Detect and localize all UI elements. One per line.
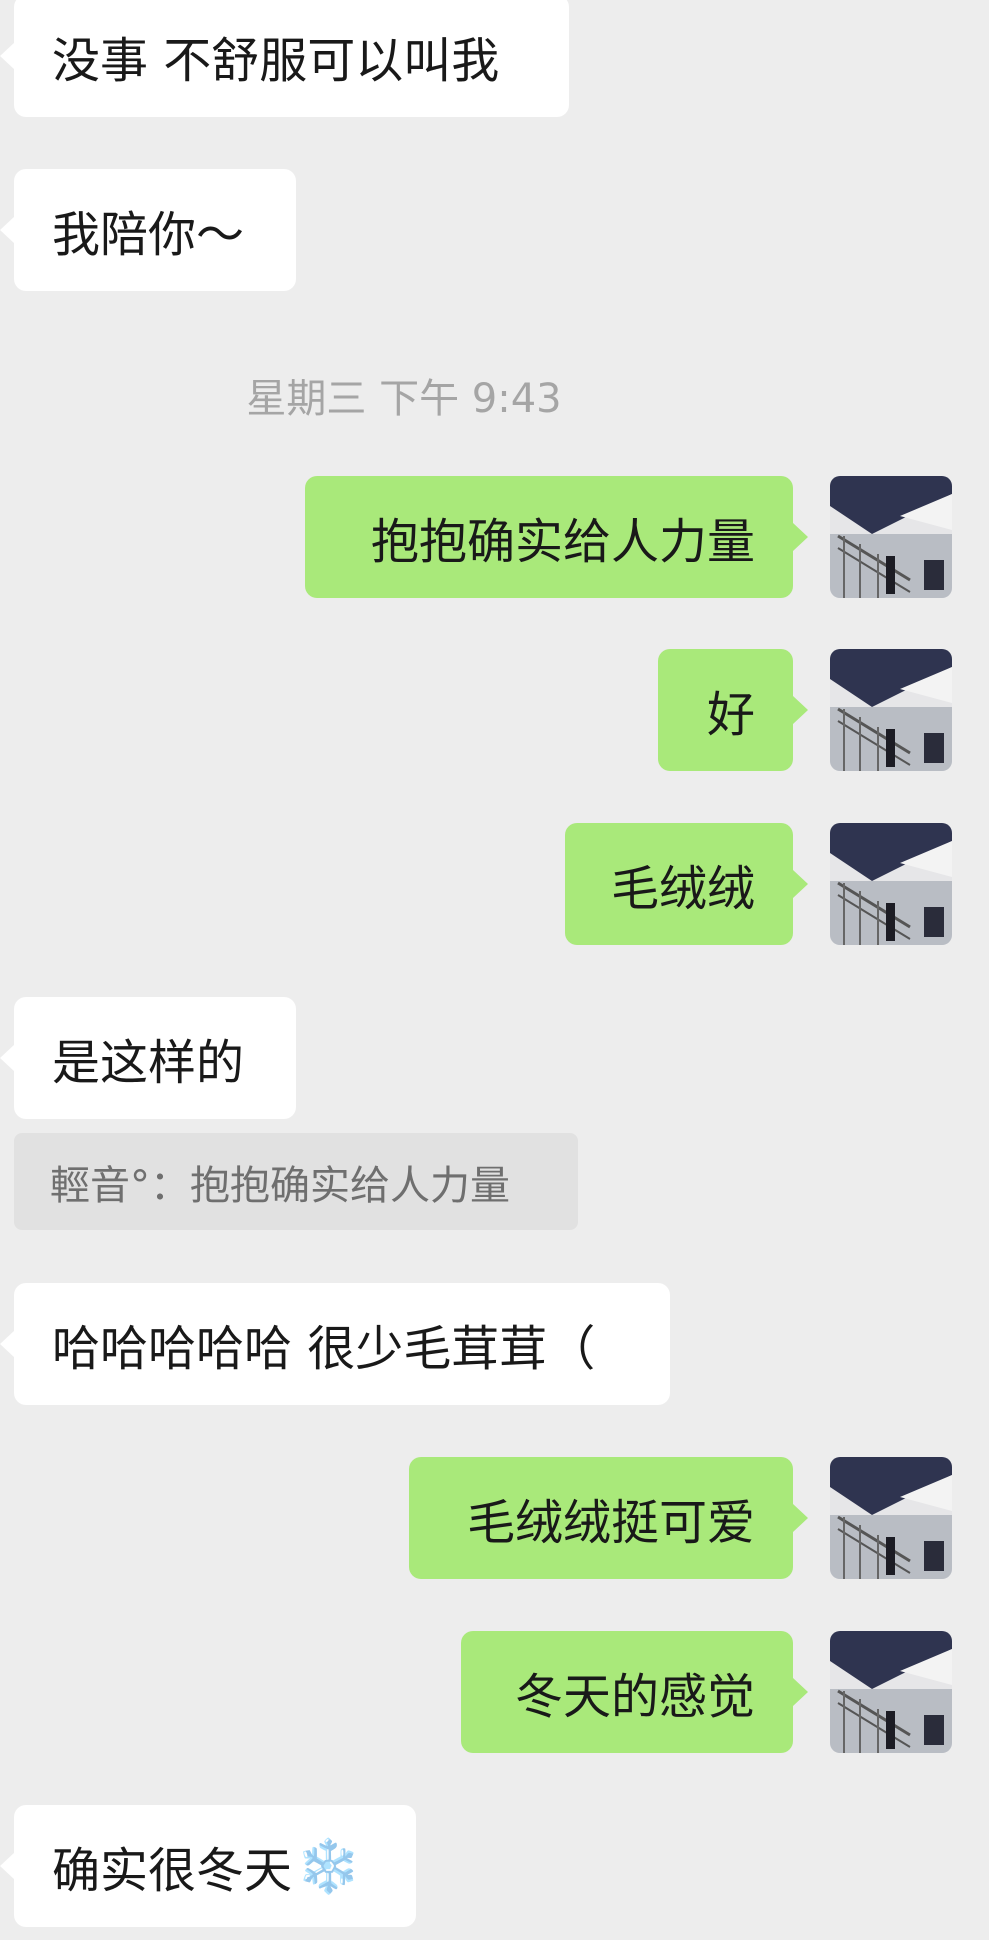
outgoing-message[interactable]: 抱抱确实给人力量 xyxy=(305,476,808,598)
avatar[interactable] xyxy=(830,476,952,598)
outgoing-message[interactable]: 好 xyxy=(658,649,808,771)
quoted-reply[interactable]: 輕音°：抱抱确实给人力量 xyxy=(14,1133,578,1230)
outgoing-message[interactable]: 毛绒绒 xyxy=(565,823,808,945)
message-text: 没事 不舒服可以叫我 xyxy=(52,33,500,89)
avatar[interactable] xyxy=(830,823,952,945)
message-text: 毛绒绒 xyxy=(610,861,755,917)
message-text: 冬天的感觉 xyxy=(514,1669,755,1725)
message-text: 确实很冬天 xyxy=(52,1843,293,1899)
message-text: 毛绒绒挺可爱 xyxy=(466,1495,755,1551)
snowflake-icon: ❄️ xyxy=(296,1836,361,1897)
message-text: 是这样的 xyxy=(52,1035,245,1091)
outgoing-message[interactable]: 毛绒绒挺可爱 xyxy=(409,1457,808,1579)
avatar[interactable] xyxy=(830,1457,952,1579)
incoming-message[interactable]: 确实很冬天 ❄️ xyxy=(0,1805,416,1927)
quoted-text: 輕音°：抱抱确实给人力量 xyxy=(50,1162,510,1209)
incoming-message[interactable]: 我陪你～ xyxy=(0,169,296,291)
incoming-message[interactable]: 是这样的 xyxy=(0,997,296,1119)
avatar[interactable] xyxy=(830,1631,952,1753)
message-text: 我陪你～ xyxy=(52,207,245,263)
message-text: 好 xyxy=(706,687,755,743)
incoming-message[interactable]: 哈哈哈哈哈 很少毛茸茸（ xyxy=(0,1283,670,1405)
message-timestamp: 星期三 下午 9:43 xyxy=(246,376,562,422)
incoming-message[interactable]: 没事 不舒服可以叫我 xyxy=(0,0,569,117)
avatar[interactable] xyxy=(830,649,952,771)
message-text: 抱抱确实给人力量 xyxy=(370,514,755,570)
chat-message-list[interactable]: 没事 不舒服可以叫我 我陪你～ 星期三 下午 9:43 抱抱确实给人力量 好 毛… xyxy=(0,0,989,1940)
message-text: 哈哈哈哈哈 很少毛茸茸（ xyxy=(52,1321,596,1377)
outgoing-message[interactable]: 冬天的感觉 xyxy=(461,1631,808,1753)
